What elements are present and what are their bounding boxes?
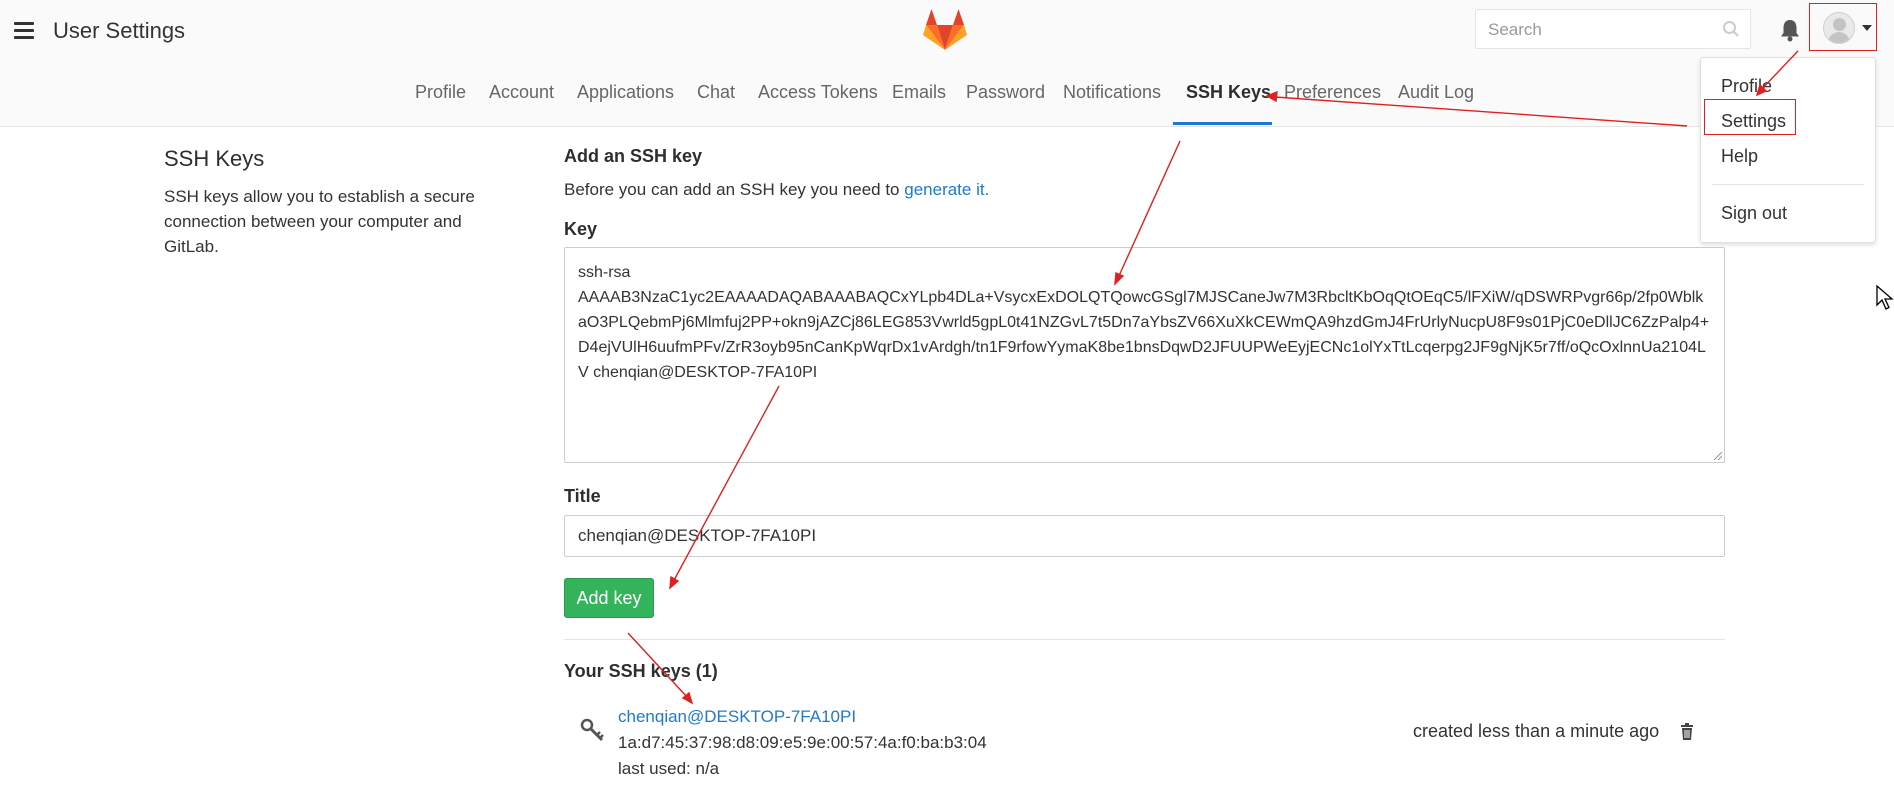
title-label: Title — [564, 486, 601, 506]
caret-down-icon — [1862, 25, 1872, 31]
search-input[interactable] — [1476, 10, 1720, 50]
tab-ssh-keys[interactable]: SSH Keys — [1186, 82, 1271, 103]
menu-item-sign-out[interactable]: Sign out — [1721, 203, 1787, 224]
hamburger-icon[interactable] — [14, 22, 34, 40]
user-dropdown-menu: Profile Settings Help Sign out — [1700, 57, 1876, 243]
avatar — [1823, 12, 1855, 44]
key-value-body: AAAAB3NzaC1yc2EAAAADAQABAAABAQCxYLpb4DLa… — [578, 289, 1710, 381]
mouse-cursor-icon — [1876, 285, 1894, 310]
user-avatar-toggle[interactable] — [1809, 3, 1877, 51]
ssh-key-title-link[interactable]: chenqian@DESKTOP-7FA10PI — [618, 707, 856, 727]
tab-password[interactable]: Password — [966, 82, 1045, 103]
tab-chat[interactable]: Chat — [697, 82, 735, 103]
key-label: Key — [564, 219, 598, 239]
tab-audit-log[interactable]: Audit Log — [1398, 82, 1474, 103]
form-intro-text: Before you can add an SSH key you need t… — [564, 180, 900, 199]
tab-applications[interactable]: Applications — [577, 82, 674, 103]
search-icon — [1723, 21, 1739, 37]
section-title: SSH Keys — [164, 146, 265, 171]
ssh-key-last-used: last used: n/a — [618, 759, 720, 778]
menu-item-help[interactable]: Help — [1721, 146, 1758, 167]
page-title: User Settings — [53, 18, 186, 43]
trash-icon[interactable] — [1680, 723, 1694, 740]
ssh-key-fingerprint: 1a:d7:45:37:98:d8:09:e5:9e:00:57:4a:f0:b… — [618, 733, 987, 752]
form-intro: Before you can add an SSH key you need t… — [564, 180, 989, 200]
resize-handle-icon[interactable] — [1714, 452, 1722, 460]
tab-notifications[interactable]: Notifications — [1063, 82, 1161, 103]
bell-icon[interactable] — [1779, 18, 1801, 42]
generate-key-link[interactable]: generate it. — [904, 180, 989, 199]
tab-access-tokens[interactable]: Access Tokens — [758, 82, 878, 103]
settings-highlight-box — [1704, 99, 1796, 135]
ssh-keys-heading: Your SSH keys (1) — [564, 661, 718, 681]
form-heading: Add an SSH key — [564, 146, 703, 166]
top-header: User Settings Profile Account Applicatio… — [0, 0, 1894, 127]
tab-preferences[interactable]: Preferences — [1284, 82, 1381, 103]
title-input[interactable]: chenqian@DESKTOP-7FA10PI — [564, 515, 1725, 557]
key-textarea[interactable]: ssh-rsa AAAAB3NzaC1yc2EAAAADAQABAAABAQCx… — [564, 247, 1725, 463]
section-divider — [564, 639, 1725, 640]
menu-item-profile[interactable]: Profile — [1721, 76, 1772, 97]
menu-divider — [1712, 184, 1864, 185]
tab-profile[interactable]: Profile — [415, 82, 466, 103]
section-description: SSH keys allow you to establish a secure… — [164, 187, 475, 256]
active-tab-indicator — [1173, 122, 1272, 125]
tab-emails[interactable]: Emails — [892, 82, 946, 103]
ssh-key-created: created less than a minute ago — [1413, 721, 1660, 741]
tab-account[interactable]: Account — [489, 82, 554, 103]
key-value-type: ssh-rsa — [578, 264, 631, 281]
key-icon — [580, 718, 604, 742]
gitlab-logo-icon[interactable] — [922, 8, 968, 54]
add-key-button[interactable]: Add key — [564, 578, 654, 618]
search-box[interactable] — [1475, 9, 1751, 50]
